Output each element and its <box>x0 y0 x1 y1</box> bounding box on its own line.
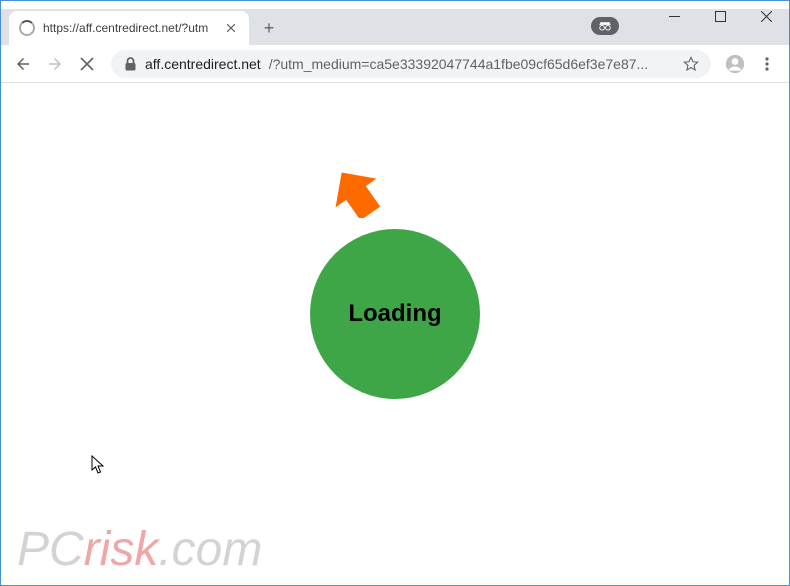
close-window-button[interactable] <box>743 1 789 31</box>
watermark-com: .com <box>158 523 262 576</box>
loading-indicator: Loading <box>310 229 480 399</box>
back-button[interactable] <box>9 50 37 78</box>
stop-reload-button[interactable] <box>73 50 101 78</box>
minimize-button[interactable] <box>651 1 697 31</box>
new-tab-button[interactable]: + <box>255 14 283 42</box>
incognito-icon <box>591 17 619 35</box>
page-content: Loading PCrisk.com <box>1 83 789 585</box>
browser-toolbar: aff.centredirect.net /?utm_medium=ca5e333… <box>1 45 789 83</box>
browser-tab[interactable]: https://aff.centredirect.net/?utm <box>9 11 249 45</box>
watermark-pc: PC <box>17 523 84 576</box>
lock-icon <box>123 57 137 71</box>
watermark-logo: PCrisk.com <box>17 522 262 577</box>
url-path: /?utm_medium=ca5e33392047744a1fbe09cf65d… <box>269 56 648 72</box>
maximize-button[interactable] <box>697 1 743 31</box>
url-host: aff.centredirect.net <box>145 56 261 72</box>
menu-button[interactable] <box>753 50 781 78</box>
watermark-risk: risk <box>84 523 159 576</box>
loading-text: Loading <box>348 300 441 328</box>
tab-title: https://aff.centredirect.net/?utm <box>43 21 215 35</box>
tab-close-button[interactable] <box>223 20 239 36</box>
profile-button[interactable] <box>721 50 749 78</box>
loading-spinner-icon <box>19 20 35 36</box>
bookmark-star-icon[interactable] <box>683 56 699 72</box>
forward-button[interactable] <box>41 50 69 78</box>
annotation-arrow-icon <box>331 168 381 218</box>
address-bar[interactable]: aff.centredirect.net /?utm_medium=ca5e333… <box>111 50 711 78</box>
mouse-cursor-icon <box>91 455 105 475</box>
